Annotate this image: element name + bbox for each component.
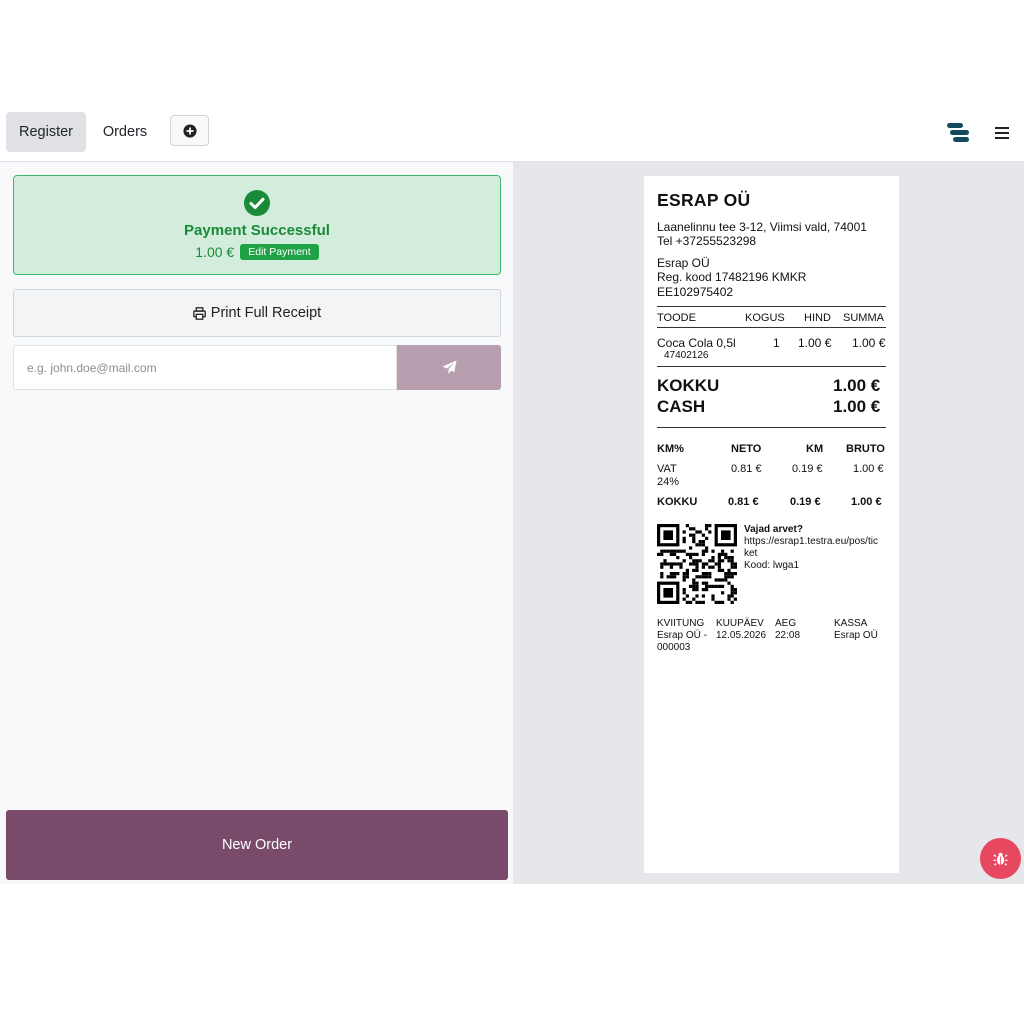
pos-app: Register Orders Payment Successful 1.00 … (0, 106, 1024, 884)
vat-col-neto: NETO (731, 443, 762, 455)
vat-total-label: KOKKU (657, 496, 698, 508)
tab-register[interactable]: Register (6, 112, 86, 152)
payment-pane: Payment Successful 1.00 € Edit Payment P… (0, 162, 514, 884)
receipt-divider (657, 366, 886, 367)
receipt-reg-code: Reg. kood 17482196 KMKR (657, 270, 807, 284)
receipt-item-name: Coca Cola 0,5l (657, 336, 736, 350)
receipt-divider (657, 327, 886, 328)
hamburger-menu-icon (995, 127, 1009, 139)
payment-success-alert: Payment Successful 1.00 € Edit Payment (13, 175, 501, 275)
receipt-cash-label: CASH (657, 397, 706, 416)
receipt-cash-value: 1.00 € (833, 397, 881, 416)
receipt-item-sum: 1.00 € (852, 336, 886, 350)
server-icon (947, 123, 969, 142)
vat-total-neto: 0.81 € (728, 496, 759, 508)
receipt-legal-name: Esrap OÜ (657, 256, 710, 270)
footer-col-date: KUUPÄEV (716, 618, 764, 629)
vat-col-bruto: BRUTO (846, 443, 885, 455)
vat-km: 0.19 € (792, 463, 823, 475)
printer-icon (192, 306, 206, 320)
main-menu-button[interactable] (992, 122, 1012, 144)
bug-icon (993, 852, 1008, 866)
payment-amount-row: 1.00 € Edit Payment (14, 244, 500, 260)
top-bar: Register Orders (0, 106, 1024, 162)
edit-payment-button[interactable]: Edit Payment (240, 244, 319, 260)
footer-col-receipt: KVIITUNG (657, 618, 705, 629)
check-circle-icon (244, 190, 270, 216)
payment-success-title: Payment Successful (184, 222, 330, 239)
footer-receipt-no-line2: 000003 (657, 642, 691, 653)
footer-register: Esrap OÜ (834, 630, 878, 641)
receipt: ESRAP OÜ Laanelinnu tee 3-12, Viimsi val… (644, 176, 899, 873)
receipt-vat-number: EE102975402 (657, 285, 734, 299)
email-field[interactable] (13, 345, 397, 390)
receipt-address: Laanelinnu tee 3-12, Viimsi vald, 74001 (657, 220, 867, 234)
vat-bruto: 1.00 € (853, 463, 884, 475)
receipt-col-product: TOODE (657, 312, 696, 324)
footer-date: 12.05.2026 (716, 630, 767, 641)
server-status-button[interactable] (946, 122, 970, 144)
vat-total-bruto: 1.00 € (851, 496, 882, 508)
invoice-url-line1: https://esrap1.testra.eu/pos/tic (744, 536, 878, 547)
footer-time: 22:08 (775, 630, 801, 641)
invoice-url-line2: ket (744, 548, 758, 559)
vat-rate-name: VAT (657, 463, 677, 475)
receipt-total-value: 1.00 € (833, 376, 881, 395)
vat-rate-percent: 24% (657, 476, 680, 488)
footer-col-time: AEG (775, 618, 797, 629)
vat-neto: 0.81 € (731, 463, 762, 475)
receipt-preview-pane: ESRAP OÜ Laanelinnu tee 3-12, Viimsi val… (514, 162, 1024, 884)
footer-receipt-no-line1: Esrap OÜ - (657, 630, 708, 641)
new-order-button[interactable]: New Order (6, 810, 508, 880)
receipt-divider (657, 306, 886, 307)
receipt-item-code: 47402126 (664, 350, 709, 361)
vat-total-km: 0.19 € (790, 496, 821, 508)
paper-plane-icon (441, 360, 457, 375)
receipt-col-qty: KOGUS (745, 312, 785, 324)
footer-col-register: KASSA (834, 618, 868, 629)
print-full-receipt-button[interactable]: Print Full Receipt (13, 289, 501, 337)
receipt-item-price: 1.00 € (798, 336, 832, 350)
qr-code-icon (657, 524, 737, 604)
print-button-label: Print Full Receipt (210, 305, 322, 321)
email-receipt-row (13, 345, 501, 390)
plus-circle-icon (182, 123, 197, 138)
receipt-item-qty: 1 (773, 336, 780, 350)
invoice-title: Vajad arvet? (744, 524, 803, 535)
receipt-company-name: ESRAP OÜ (657, 190, 751, 210)
tab-orders[interactable]: Orders (92, 112, 158, 152)
add-order-button[interactable] (170, 115, 209, 146)
vat-col-rate: KM% (657, 443, 684, 455)
receipt-col-sum: SUMMA (843, 312, 884, 324)
vat-col-km: KM (806, 443, 824, 455)
receipt-phone: Tel +37255523298 (657, 234, 757, 248)
receipt-col-price: HIND (804, 312, 831, 324)
bug-report-button[interactable] (980, 838, 1021, 879)
payment-amount: 1.00 € (195, 244, 235, 260)
invoice-code: Kood: lwga1 (744, 560, 800, 571)
receipt-total-label: KOKKU (657, 376, 720, 395)
receipt-divider (657, 427, 886, 428)
send-email-button[interactable] (397, 345, 501, 390)
